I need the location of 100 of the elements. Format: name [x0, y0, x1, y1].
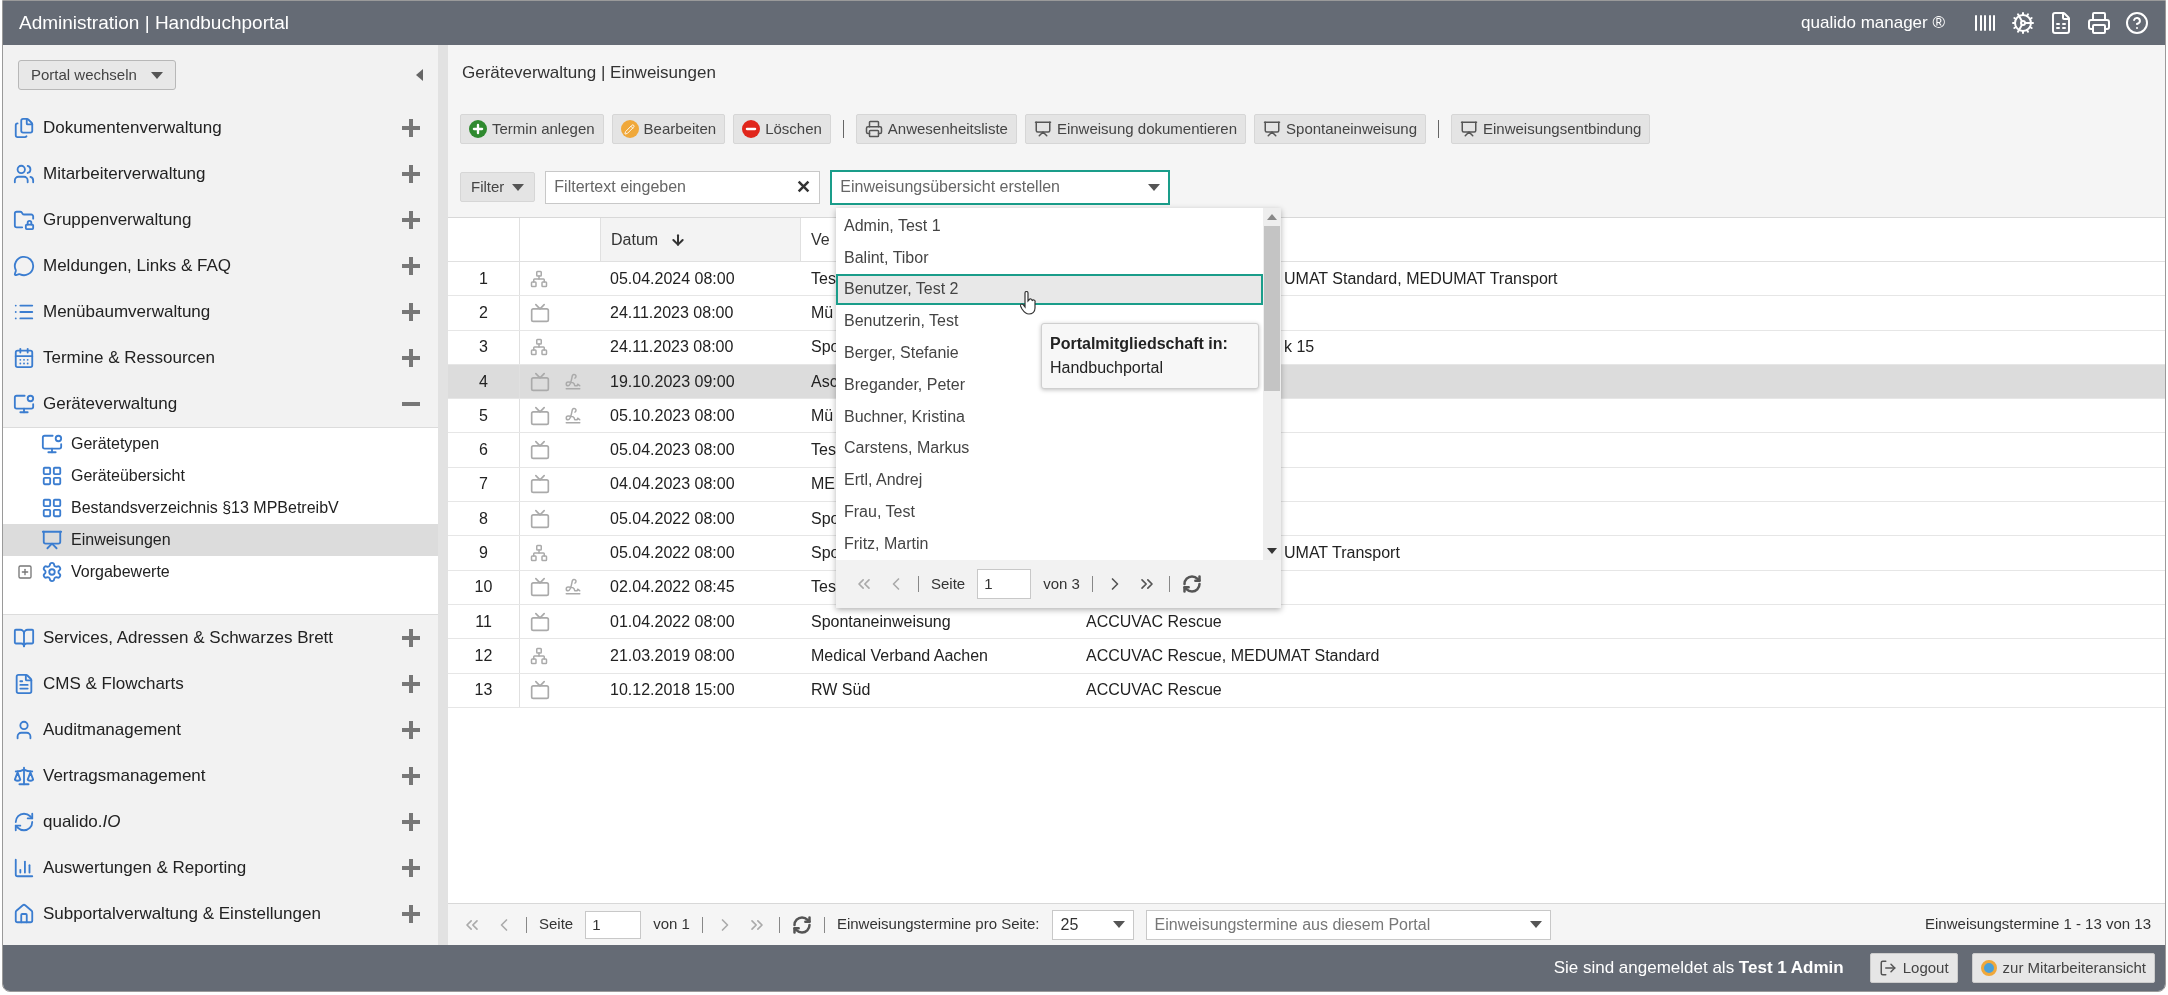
- dropdown-option[interactable]: Buchner, Kristina: [836, 400, 1263, 433]
- expand-icon[interactable]: [402, 859, 420, 877]
- table-cell-text: UMAT Transport: [1284, 543, 1400, 563]
- printer-icon[interactable]: [2087, 11, 2111, 35]
- expand-icon[interactable]: [402, 165, 420, 183]
- toolbar-button[interactable]: Spontaneinweisung: [1254, 114, 1426, 144]
- page-count: von 1: [653, 914, 690, 935]
- expand-icon[interactable]: [402, 675, 420, 693]
- sidebar-item[interactable]: Auswertungen & Reporting: [3, 845, 438, 891]
- dropdown-option[interactable]: Carstens, Markus: [836, 432, 1263, 465]
- toolbar-button[interactable]: Bearbeiten: [611, 114, 726, 144]
- table-cell-text: UMAT Standard, MEDUMAT Transport: [1284, 268, 1558, 289]
- scope-select[interactable]: Einweisungstermine aus diesem Portal: [1145, 909, 1551, 940]
- sidebar-subitem[interactable]: Einweisungen: [3, 524, 438, 556]
- filter-field[interactable]: Filtertext eingeben ✕: [545, 170, 821, 204]
- section-icon: [13, 811, 35, 833]
- table-row[interactable]: 13 10.12.2018 15:00 RW Süd ACCUVAC Rescue: [448, 673, 2165, 708]
- sidebar-item[interactable]: Termine & Ressourcen: [3, 335, 438, 381]
- expand-icon[interactable]: [402, 257, 420, 275]
- table-cell-text: Tes: [811, 577, 836, 598]
- table-cell-text: 05.04.2023 08:00: [609, 440, 736, 461]
- toolbar-button[interactable]: Anwesenheitsliste: [855, 114, 1017, 144]
- row-number: 10: [448, 570, 520, 604]
- expand-icon[interactable]: [402, 629, 420, 647]
- column-header[interactable]: Datum: [600, 218, 801, 261]
- caret-icon: [1112, 921, 1125, 928]
- refresh-icon[interactable]: [791, 914, 812, 935]
- expand-icon[interactable]: [402, 211, 420, 229]
- toolbar-button[interactable]: Einweisungsentbindung: [1451, 114, 1651, 144]
- table-row[interactable]: 12 21.03.2019 08:00 Medical Verband Aachen ACCUVAC Rescue, MEDUMAT Standard: [448, 639, 2165, 674]
- table-cell-text: 10.12.2018 15:00: [609, 680, 736, 701]
- table-cell-text: RW Süd: [811, 680, 871, 701]
- toolbar-button[interactable]: Termin anlegen: [460, 114, 604, 144]
- sidebar-subitem[interactable]: Geräteübersicht: [3, 460, 438, 492]
- caret-icon: [1529, 921, 1542, 928]
- record-summary: Einweisungstermine 1 - 13 von 13: [1925, 914, 2151, 935]
- caret-icon: [512, 183, 525, 191]
- table-cell-text: 24.11.2023 08:00: [609, 302, 735, 323]
- employee-view-button[interactable]: zur Mitarbeiteransicht: [1971, 953, 2155, 983]
- sidebar-subitem[interactable]: Gerätetypen: [3, 428, 438, 460]
- row-number: 11: [448, 604, 520, 639]
- table-cell-text: Spontaneinweisung: [811, 611, 951, 632]
- sidebar-item[interactable]: Vertragsmanagement: [3, 753, 438, 799]
- row-number: 13: [448, 673, 520, 707]
- portal-switch-dropdown[interactable]: Portal wechseln: [18, 60, 176, 90]
- help-icon[interactable]: [2125, 11, 2149, 35]
- row-number: 9: [448, 536, 520, 570]
- section-icon: [13, 857, 35, 879]
- refresh-icon[interactable]: [1181, 573, 1202, 594]
- printer-icon: [864, 120, 883, 138]
- expand-icon[interactable]: [402, 767, 420, 785]
- per-page-select[interactable]: 25: [1051, 909, 1134, 940]
- sidebar-item[interactable]: Geräteverwaltung: [3, 381, 438, 427]
- sidebar-item[interactable]: Dokumentenverwaltung: [3, 105, 438, 151]
- table-cell-text: ACCUVAC Rescue, MEDUMAT Standard: [1086, 645, 1380, 666]
- clear-button[interactable]: ✕: [796, 173, 812, 201]
- expand-icon[interactable]: [402, 119, 420, 137]
- logout-button[interactable]: Logout: [1869, 953, 1958, 983]
- login-info: Sie sind angemeldet als Test 1 Admin: [1553, 957, 1844, 980]
- subitem-icon: [41, 561, 63, 583]
- row-number: 12: [448, 639, 520, 673]
- settings-icon[interactable]: [2011, 11, 2035, 35]
- expand-icon[interactable]: [402, 813, 420, 831]
- row-number: 3: [448, 330, 520, 364]
- page-field[interactable]: 1: [977, 568, 1032, 599]
- toolbar-button[interactable]: Einweisung dokumentieren: [1024, 114, 1247, 144]
- scrollbar[interactable]: [1263, 208, 1281, 560]
- delete-icon: [742, 120, 761, 138]
- sidebar-item[interactable]: CMS & Flowcharts: [3, 661, 438, 707]
- table-cell-text: 19.10.2023 09:00: [609, 371, 736, 392]
- sidebar-item[interactable]: Auditmanagement: [3, 707, 438, 753]
- spreadsheet-icon[interactable]: [2049, 11, 2073, 35]
- overview-select[interactable]: Einweisungsübersicht erstellen: [830, 169, 1171, 205]
- expand-icon[interactable]: [402, 905, 420, 923]
- presenter-icon: [1263, 120, 1282, 138]
- collapse-sidebar-icon[interactable]: [416, 69, 423, 81]
- dropdown-option[interactable]: Benutzer, Test 2: [836, 273, 1263, 306]
- sidebar-subitem[interactable]: Vorgabewerte: [3, 556, 438, 588]
- table-cell-text: ACCUVAC Rescue: [1086, 680, 1222, 701]
- row-number: 7: [448, 467, 520, 502]
- table-cell-text: k 15: [1284, 337, 1315, 358]
- sidebar-item[interactable]: Services, Adressen & Schwarzes Brett: [3, 615, 438, 661]
- page-field[interactable]: 1: [585, 910, 642, 939]
- ring-icon: [1980, 960, 1997, 976]
- sidebar-item[interactable]: qualido.IO: [3, 799, 438, 845]
- expand-icon[interactable]: [402, 303, 420, 321]
- sidebar-item[interactable]: Gruppenverwaltung: [3, 197, 438, 243]
- table-cell-text: Mü: [811, 405, 834, 426]
- dropdown-option[interactable]: Admin, Test 1: [836, 210, 1263, 242]
- subitem-icon: [41, 497, 63, 519]
- toolbar-button[interactable]: Löschen: [733, 114, 831, 144]
- sidebar-item[interactable]: Mitarbeiterverwaltung: [3, 151, 438, 197]
- sidebar-item[interactable]: Subportalverwaltung & Einstellungen: [3, 891, 438, 937]
- section-icon: [13, 209, 35, 231]
- sidebar-item[interactable]: Meldungen, Links & FAQ: [3, 243, 438, 289]
- sidebar-subitem[interactable]: Bestandsverzeichnis §13 MPBetreibV: [3, 492, 438, 524]
- sidebar-item[interactable]: Menübaumverwaltung: [3, 289, 438, 335]
- expand-icon[interactable]: [402, 721, 420, 739]
- filter-dropdown[interactable]: Filter: [460, 172, 536, 202]
- expand-icon[interactable]: [402, 349, 420, 367]
